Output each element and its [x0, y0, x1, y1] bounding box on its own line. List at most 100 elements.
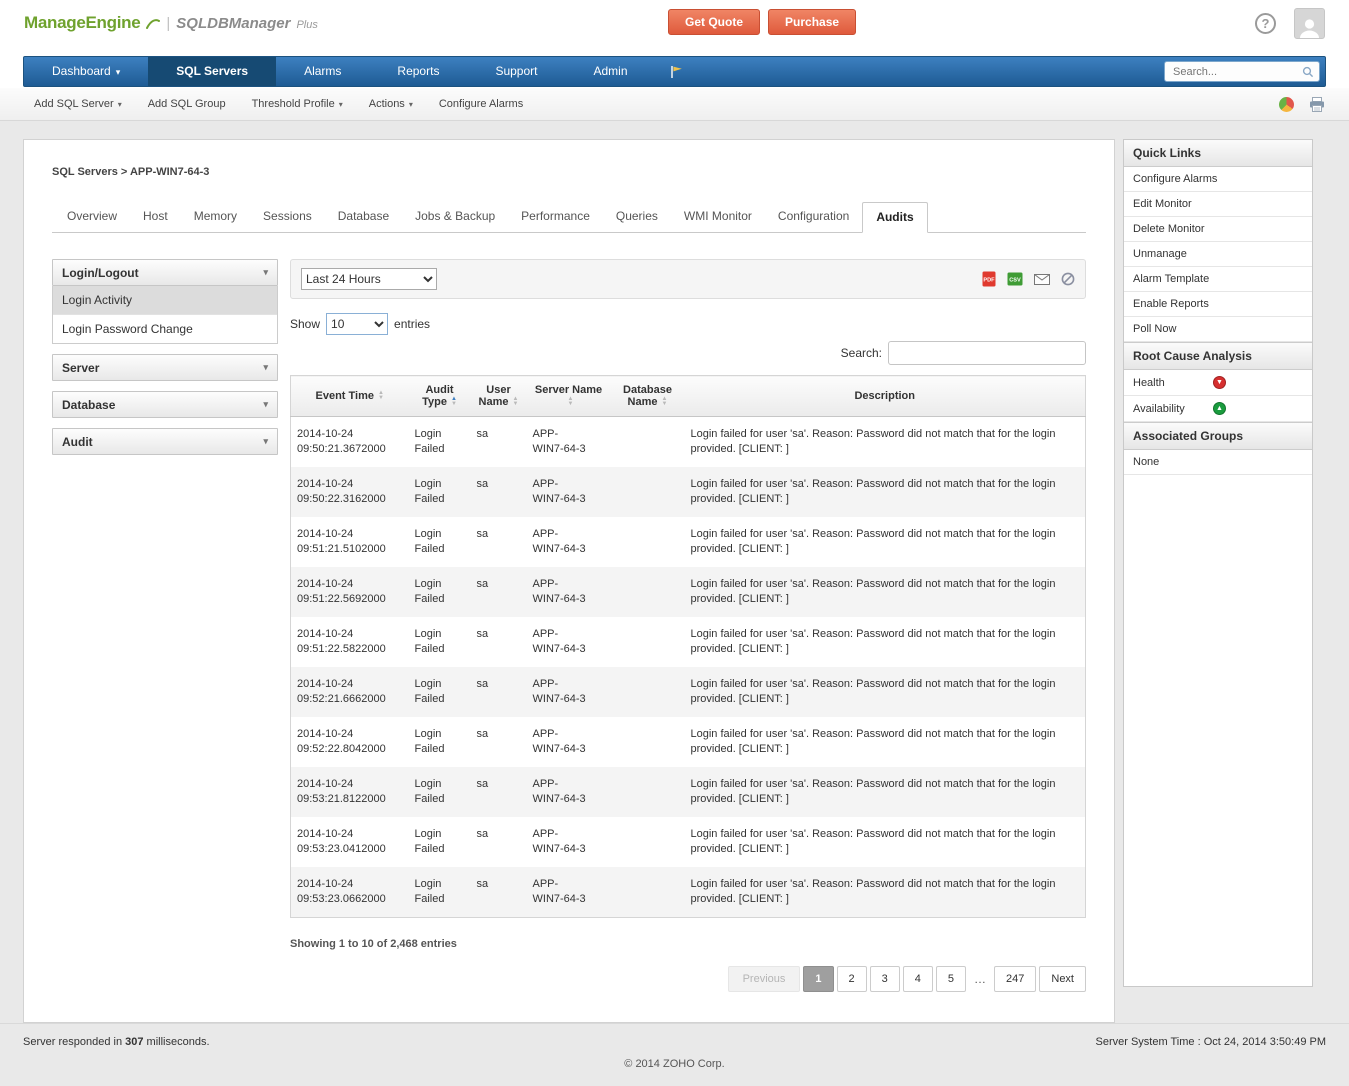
quick-link-configure-alarms[interactable]: Configure Alarms: [1124, 167, 1312, 192]
tab-database[interactable]: Database: [325, 202, 402, 232]
cell-server-name: APP-WIN7-64-3: [527, 767, 611, 817]
accordion-header-database[interactable]: Database▾: [52, 391, 278, 418]
cell-server-name: APP-WIN7-64-3: [527, 867, 611, 918]
table-header-row: Event Time▲▼Audit Type▲▼User Name▲▼Serve…: [291, 376, 1086, 417]
quick-link-delete-monitor[interactable]: Delete Monitor: [1124, 217, 1312, 242]
get-quote-button[interactable]: Get Quote: [668, 9, 760, 35]
pagination-5[interactable]: 5: [936, 966, 966, 992]
audit-row: 2014-10-2409:50:22.3162000 LoginFailed s…: [291, 467, 1086, 517]
column-header-user-name[interactable]: User Name▲▼: [471, 376, 527, 417]
sort-icons: ▲▼: [662, 397, 668, 407]
audit-row: 2014-10-2409:53:23.0412000 LoginFailed s…: [291, 817, 1086, 867]
pagination-4[interactable]: 4: [903, 966, 933, 992]
column-header-audit-type[interactable]: Audit Type▲▼: [409, 376, 471, 417]
sidebar-item-login-password-change[interactable]: Login Password Change: [53, 315, 277, 343]
quick-link-poll-now[interactable]: Poll Now: [1124, 317, 1312, 342]
cell-audit-type: LoginFailed: [409, 717, 471, 767]
global-search-input[interactable]: [1164, 61, 1320, 82]
tab-configuration[interactable]: Configuration: [765, 202, 862, 232]
rca-health[interactable]: Health▼: [1124, 370, 1312, 396]
table-body: 2014-10-2409:50:21.3672000 LoginFailed s…: [291, 417, 1086, 918]
toolbar-item-add-sql-group[interactable]: Add SQL Group: [135, 98, 239, 110]
help-icon[interactable]: ?: [1255, 13, 1276, 34]
tab-wmi-monitor[interactable]: WMI Monitor: [671, 202, 765, 232]
column-header-server-name[interactable]: Server Name▲▼: [527, 376, 611, 417]
server-response-time: Server responded in 307 milliseconds.: [23, 1036, 210, 1048]
pagination: Previous12345…247Next: [290, 966, 1086, 992]
printer-icon[interactable]: [1309, 97, 1325, 112]
accordion-header-server[interactable]: Server▾: [52, 354, 278, 381]
pagination-next[interactable]: Next: [1039, 966, 1086, 992]
table-search-label: Search:: [841, 346, 882, 360]
cell-user-name: sa: [471, 817, 527, 867]
cell-audit-type: LoginFailed: [409, 467, 471, 517]
cell-server-name: APP-WIN7-64-3: [527, 517, 611, 567]
tab-memory[interactable]: Memory: [181, 202, 250, 232]
toolbar-item-threshold-profile[interactable]: Threshold Profile▾: [239, 98, 356, 110]
user-avatar[interactable]: [1294, 8, 1325, 39]
disable-schedule-icon[interactable]: [1061, 272, 1075, 286]
audit-row: 2014-10-2409:51:21.5102000 LoginFailed s…: [291, 517, 1086, 567]
nav-item-admin[interactable]: Admin: [565, 57, 655, 86]
toolbar-item-configure-alarms[interactable]: Configure Alarms: [426, 98, 536, 110]
status-up-icon: ▲: [1213, 402, 1226, 415]
purchase-button[interactable]: Purchase: [768, 9, 856, 35]
pagination-2[interactable]: 2: [837, 966, 867, 992]
tab-sessions[interactable]: Sessions: [250, 202, 325, 232]
tab-jobs-backup[interactable]: Jobs & Backup: [402, 202, 508, 232]
export-csv-icon[interactable]: CSV: [1007, 272, 1023, 286]
accordion-section-login-logout: Login/Logout▾ Login ActivityLogin Passwo…: [52, 259, 278, 344]
cell-event-time: 2014-10-2409:51:21.5102000: [291, 517, 409, 567]
toolbar-items: Add SQL Server▾Add SQL GroupThreshold Pr…: [24, 98, 536, 110]
cell-user-name: sa: [471, 567, 527, 617]
nav-item-dashboard[interactable]: Dashboard▾: [24, 57, 148, 86]
tab-host[interactable]: Host: [130, 202, 181, 232]
rca-availability[interactable]: Availability▲: [1124, 396, 1312, 422]
audit-row: 2014-10-2409:52:21.6662000 LoginFailed s…: [291, 667, 1086, 717]
table-search-input[interactable]: [888, 341, 1086, 365]
time-range-select[interactable]: Last 24 Hours: [301, 268, 437, 290]
export-pdf-icon[interactable]: PDF: [982, 271, 996, 287]
pagination-3[interactable]: 3: [870, 966, 900, 992]
quick-link-alarm-template[interactable]: Alarm Template: [1124, 267, 1312, 292]
quick-link-unmanage[interactable]: Unmanage: [1124, 242, 1312, 267]
cell-audit-type: LoginFailed: [409, 567, 471, 617]
nav-item-reports[interactable]: Reports: [369, 57, 467, 86]
cell-database-name: [611, 517, 685, 567]
accordion-header-audit[interactable]: Audit▾: [52, 428, 278, 455]
health-pie-icon[interactable]: [1279, 97, 1294, 112]
cell-database-name: [611, 867, 685, 918]
header-right: ?: [1255, 8, 1325, 39]
cell-database-name: [611, 467, 685, 517]
person-icon: [1298, 17, 1321, 38]
accordion-body: Login ActivityLogin Password Change: [52, 286, 278, 344]
cell-user-name: sa: [471, 517, 527, 567]
email-icon[interactable]: [1034, 274, 1050, 285]
toolbar-item-actions[interactable]: Actions▾: [356, 98, 426, 110]
tab-overview[interactable]: Overview: [54, 202, 130, 232]
cell-database-name: [611, 567, 685, 617]
column-header-event-time[interactable]: Event Time▲▼: [291, 376, 409, 417]
column-header-database-name[interactable]: Database Name▲▼: [611, 376, 685, 417]
nav-item-alarms[interactable]: Alarms: [276, 57, 369, 86]
flag-icon[interactable]: [670, 65, 683, 79]
svg-text:CSV: CSV: [1009, 278, 1021, 284]
logo-swoosh-icon: [146, 18, 160, 33]
sidebar-item-login-activity[interactable]: Login Activity: [53, 286, 277, 315]
tab-audits[interactable]: Audits: [862, 202, 927, 233]
pagination-1[interactable]: 1: [803, 966, 833, 992]
show-entries-row: Show 10 entries: [290, 313, 1086, 335]
nav-item-support[interactable]: Support: [467, 57, 565, 86]
page-size-select[interactable]: 10: [326, 313, 388, 335]
accordion-header-login-logout[interactable]: Login/Logout▾: [52, 259, 278, 286]
quick-link-edit-monitor[interactable]: Edit Monitor: [1124, 192, 1312, 217]
nav-band: Dashboard▾SQL ServersAlarmsReportsSuppor…: [0, 46, 1349, 88]
pagination-247[interactable]: 247: [994, 966, 1036, 992]
cell-server-name: APP-WIN7-64-3: [527, 467, 611, 517]
tab-queries[interactable]: Queries: [603, 202, 671, 232]
nav-item-sql-servers[interactable]: SQL Servers: [148, 57, 276, 86]
quick-link-enable-reports[interactable]: Enable Reports: [1124, 292, 1312, 317]
tab-performance[interactable]: Performance: [508, 202, 603, 232]
toolbar-item-add-sql-server[interactable]: Add SQL Server▾: [24, 98, 135, 110]
search-icon[interactable]: [1302, 66, 1314, 81]
